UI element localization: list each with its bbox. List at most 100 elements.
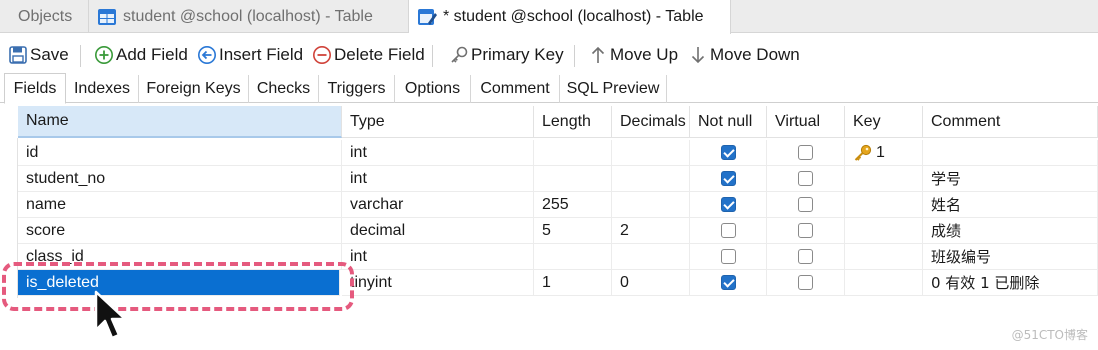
not-null-cell — [690, 244, 767, 270]
column-header-key[interactable]: Key — [845, 106, 923, 138]
key-cell[interactable] — [845, 192, 923, 218]
arrow-left-circle-icon — [197, 45, 217, 65]
not-null-checkbox[interactable] — [720, 145, 736, 160]
field-comment-cell[interactable] — [923, 140, 1098, 166]
tab-indexes[interactable]: Indexes — [66, 75, 139, 103]
tab-student-table-modified[interactable]: * student @school (localhost) - Table — [409, 0, 731, 34]
arrow-down-icon — [688, 45, 708, 65]
insert-field-label: Insert Field — [219, 45, 304, 64]
virtual-checkbox[interactable] — [798, 171, 813, 186]
field-length-cell[interactable] — [534, 140, 612, 166]
virtual-checkbox[interactable] — [798, 197, 813, 212]
field-decimals-cell[interactable] — [612, 166, 690, 192]
field-decimals-cell[interactable] — [612, 244, 690, 270]
field-comment-cell[interactable]: 学号 — [923, 166, 1098, 192]
tab-triggers[interactable]: Triggers — [319, 75, 395, 103]
annotation-highlight — [2, 262, 354, 311]
field-decimals-cell[interactable] — [612, 140, 690, 166]
field-comment-cell[interactable]: 班级编号 — [923, 244, 1098, 270]
delete-field-button[interactable]: Delete Field — [312, 39, 425, 71]
tab-objects[interactable]: Objects — [0, 0, 89, 33]
move-down-button[interactable]: Move Down — [688, 39, 800, 71]
table-row[interactable]: student_no int 学号 — [18, 166, 1098, 192]
column-header-length[interactable]: Length — [534, 106, 612, 138]
tab-options[interactable]: Options — [395, 75, 471, 103]
table-icon — [97, 7, 117, 27]
not-null-checkbox[interactable] — [720, 223, 736, 238]
column-header-name[interactable]: Name — [18, 106, 342, 138]
insert-field-button[interactable]: Insert Field — [197, 39, 303, 71]
not-null-checkbox[interactable] — [720, 171, 736, 186]
primary-key-icon — [853, 144, 873, 162]
field-name-cell[interactable]: name — [18, 192, 342, 218]
field-type-cell[interactable]: tinyint — [342, 270, 534, 296]
not-null-checkbox[interactable] — [720, 197, 736, 212]
not-null-checkbox[interactable] — [720, 249, 736, 264]
move-down-label: Move Down — [710, 45, 800, 64]
column-header-not-null[interactable]: Not null — [690, 106, 767, 138]
field-length-cell[interactable]: 1 — [534, 270, 612, 296]
column-header-decimals[interactable]: Decimals — [612, 106, 690, 138]
field-type-cell[interactable]: int — [342, 244, 534, 270]
plus-circle-icon — [94, 45, 114, 65]
column-header-type[interactable]: Type — [342, 106, 534, 138]
field-length-cell[interactable]: 5 — [534, 218, 612, 244]
virtual-checkbox[interactable] — [798, 145, 813, 160]
add-field-button[interactable]: Add Field — [94, 39, 188, 71]
tab-student-table-label: student @school (localhost) - Table — [123, 7, 373, 25]
field-decimals-cell[interactable]: 0 — [612, 270, 690, 296]
table-row[interactable]: score decimal 5 2 成绩 — [18, 218, 1098, 244]
key-cell[interactable] — [845, 270, 923, 296]
key-cell[interactable] — [845, 244, 923, 270]
column-header-virtual[interactable]: Virtual — [767, 106, 845, 138]
field-type-cell[interactable]: int — [342, 166, 534, 192]
not-null-cell — [690, 192, 767, 218]
key-cell[interactable]: 1 — [845, 140, 923, 166]
field-name-cell[interactable]: id — [18, 140, 342, 166]
tab-sql-preview[interactable]: SQL Preview — [560, 75, 667, 103]
virtual-checkbox[interactable] — [798, 249, 813, 264]
field-type-cell[interactable]: varchar — [342, 192, 534, 218]
field-comment-cell[interactable]: 成绩 — [923, 218, 1098, 244]
toolbar-separator — [574, 45, 575, 67]
field-name-cell[interactable]: score — [18, 218, 342, 244]
virtual-cell — [767, 140, 845, 166]
not-null-cell — [690, 166, 767, 192]
arrow-up-icon — [588, 45, 608, 65]
field-length-cell[interactable] — [534, 244, 612, 270]
field-type-cell[interactable]: decimal — [342, 218, 534, 244]
field-decimals-cell[interactable]: 2 — [612, 218, 690, 244]
column-header-comment[interactable]: Comment — [923, 106, 1098, 138]
tab-comment[interactable]: Comment — [471, 75, 560, 103]
tab-foreign-keys[interactable]: Foreign Keys — [139, 75, 249, 103]
field-length-cell[interactable] — [534, 166, 612, 192]
designer-tabs: Fields Indexes Foreign Keys Checks Trigg… — [0, 73, 1098, 104]
save-button[interactable]: Save — [8, 39, 69, 71]
add-field-label: Add Field — [116, 45, 188, 64]
field-name-cell[interactable]: student_no — [18, 166, 342, 192]
field-decimals-cell[interactable] — [612, 192, 690, 218]
minus-circle-icon — [312, 45, 332, 65]
save-label: Save — [30, 45, 69, 64]
virtual-checkbox[interactable] — [798, 223, 813, 238]
key-cell[interactable] — [845, 218, 923, 244]
field-comment-cell[interactable]: 0 有效 1 已删除 — [923, 270, 1098, 296]
field-length-cell[interactable]: 255 — [534, 192, 612, 218]
key-cell[interactable] — [845, 166, 923, 192]
key-order: 1 — [876, 143, 885, 161]
primary-key-button[interactable]: Primary Key — [449, 39, 564, 71]
table-row[interactable]: id int 1 — [18, 140, 1098, 166]
not-null-checkbox[interactable] — [720, 275, 736, 290]
virtual-cell — [767, 244, 845, 270]
field-type-cell[interactable]: int — [342, 140, 534, 166]
virtual-checkbox[interactable] — [798, 275, 813, 290]
move-up-button[interactable]: Move Up — [588, 39, 678, 71]
table-row[interactable]: name varchar 255 姓名 — [18, 192, 1098, 218]
tab-checks[interactable]: Checks — [249, 75, 319, 103]
tab-fields[interactable]: Fields — [4, 73, 66, 104]
watermark: @51CTO博客 — [1011, 328, 1088, 342]
virtual-cell — [767, 218, 845, 244]
tab-student-table[interactable]: student @school (localhost) - Table — [89, 0, 409, 33]
field-comment-cell[interactable]: 姓名 — [923, 192, 1098, 218]
save-icon — [8, 45, 28, 65]
